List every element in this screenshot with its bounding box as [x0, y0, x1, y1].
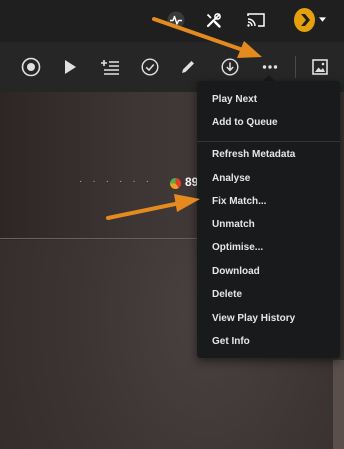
- tools-icon[interactable]: [202, 8, 226, 32]
- caret-down-icon: [319, 17, 326, 22]
- menu-item-refresh-metadata[interactable]: Refresh Metadata: [212, 146, 295, 164]
- menu-item-optimise[interactable]: Optimise...: [212, 239, 263, 257]
- menu-item-fix-match[interactable]: Fix Match...: [212, 193, 266, 211]
- add-to-queue-icon[interactable]: [98, 55, 122, 79]
- play-icon[interactable]: [58, 55, 82, 79]
- menu-item-view-play-history[interactable]: View Play History: [212, 310, 295, 328]
- image-icon[interactable]: [308, 55, 332, 79]
- context-menu: Play Next Add to Queue Refresh Metadata …: [197, 81, 340, 358]
- menu-item-play-next[interactable]: Play Next: [212, 91, 257, 109]
- activity-icon[interactable]: [164, 8, 188, 32]
- toolbar-separator: [295, 56, 296, 78]
- menu-separator: [197, 141, 340, 142]
- record-icon[interactable]: [19, 55, 43, 79]
- menu-item-unmatch[interactable]: Unmatch: [212, 216, 255, 234]
- background-stripe: [333, 360, 344, 449]
- rating-icon: [170, 178, 181, 189]
- cast-icon[interactable]: [244, 8, 268, 32]
- edit-icon[interactable]: [176, 55, 200, 79]
- menu-item-delete[interactable]: Delete: [212, 286, 242, 304]
- menu-item-download[interactable]: Download: [212, 263, 260, 281]
- loading-dots: ······: [79, 176, 159, 187]
- menu-item-get-info[interactable]: Get Info: [212, 333, 250, 351]
- menu-item-analyse[interactable]: Analyse: [212, 170, 250, 188]
- user-avatar-icon[interactable]: [294, 8, 315, 32]
- top-bar: [0, 0, 344, 42]
- download-icon[interactable]: [218, 55, 242, 79]
- content-divider: [0, 238, 200, 239]
- menu-item-add-to-queue[interactable]: Add to Queue: [212, 114, 278, 132]
- user-menu[interactable]: [294, 8, 326, 32]
- check-icon[interactable]: [138, 55, 162, 79]
